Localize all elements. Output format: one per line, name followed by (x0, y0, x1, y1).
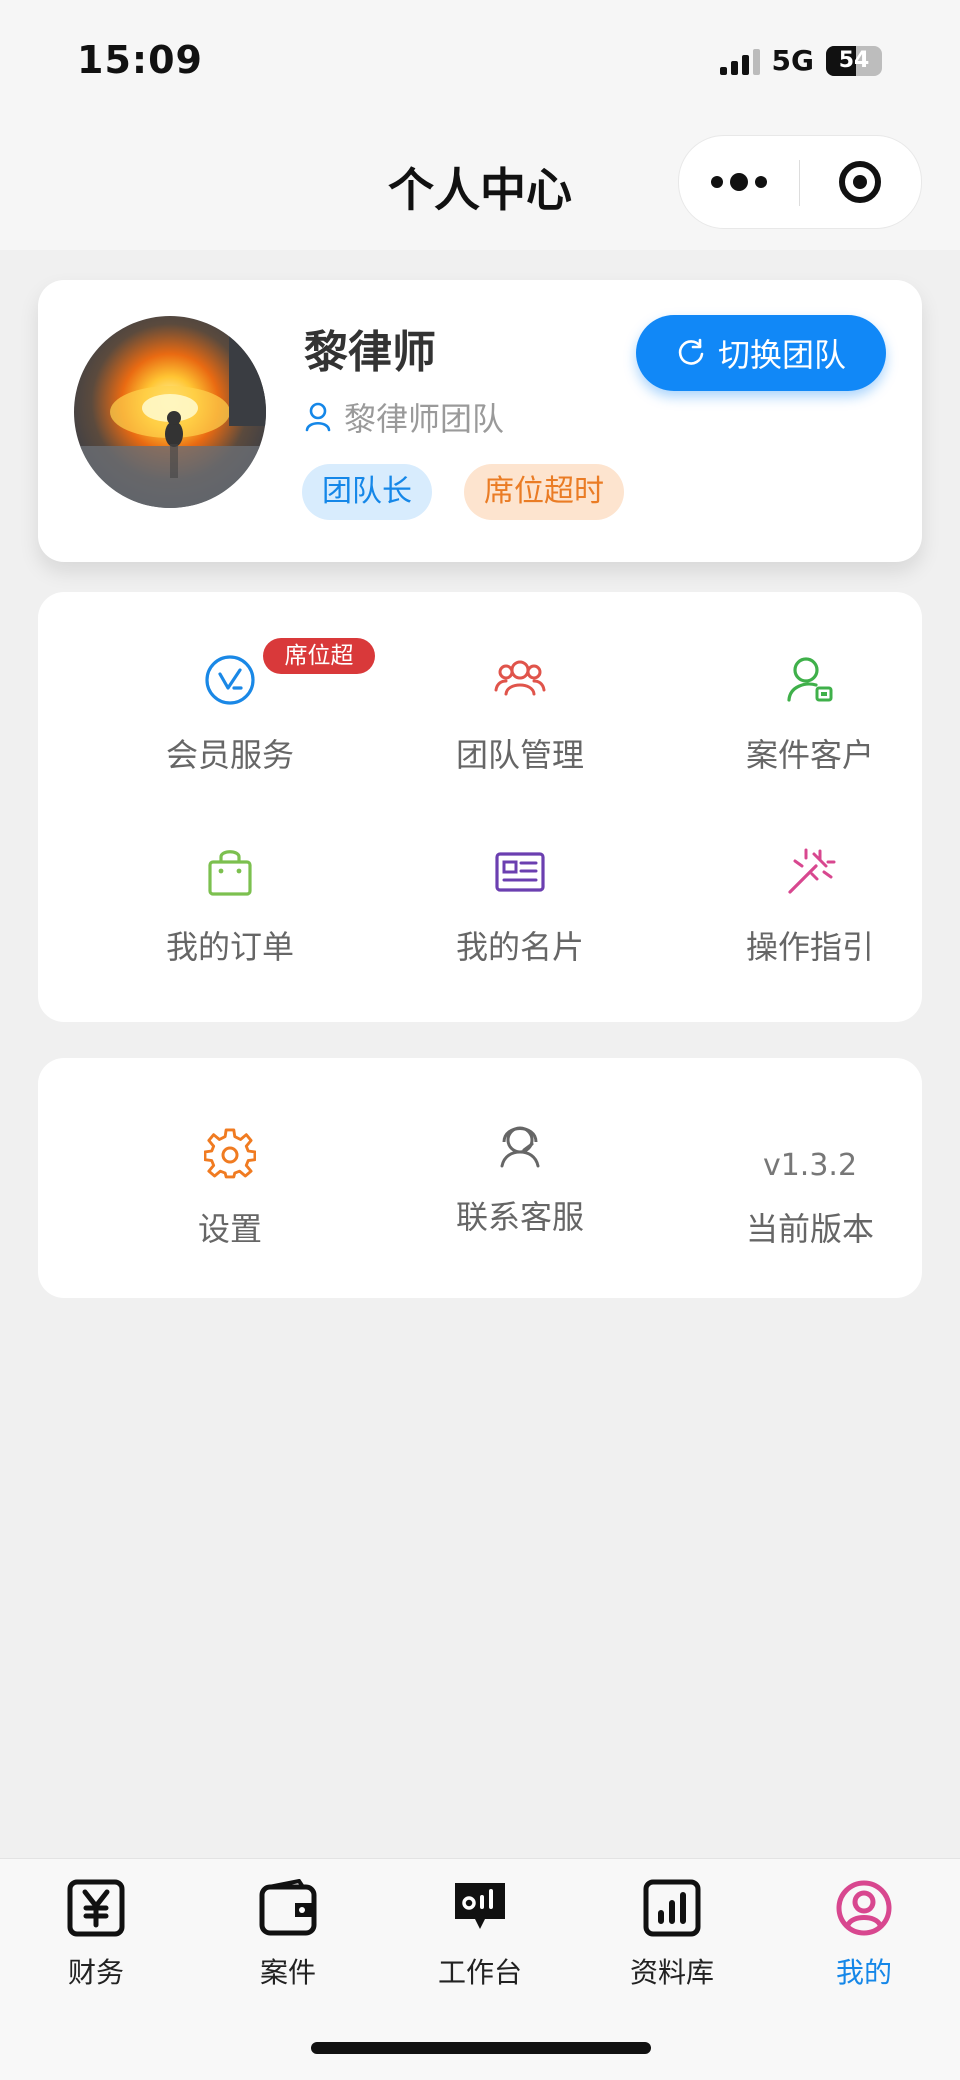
settings-menu: 设置 联系客服 v1.3.2 当前版本 (38, 1058, 922, 1298)
nav-bar: 个人中心 (0, 120, 960, 250)
settings-item[interactable]: 设置 (85, 1128, 375, 1288)
workbench-icon (455, 1883, 505, 1929)
contact-support-item[interactable]: 联系客服 (375, 1126, 665, 1288)
menu-item-label: 会员服务 (165, 736, 294, 774)
status-bar: 15:09 5G 54 (0, 0, 960, 120)
tab-label: 我的 (835, 1956, 892, 1989)
signal-icon (719, 47, 760, 75)
chart-icon (643, 1879, 701, 1937)
more-button[interactable] (679, 136, 799, 228)
menu-item-my-orders[interactable]: 我的订单 (85, 846, 375, 1006)
close-miniprogram-button[interactable] (800, 136, 920, 228)
profile-card: 黎律师 黎律师团队 团队长 席位超时 切换团队 (38, 280, 922, 562)
battery-level: 54 (838, 47, 870, 73)
tab-label: 案件 (259, 1956, 316, 1989)
wallet-icon (259, 1879, 317, 1936)
switch-team-button[interactable]: 切换团队 (636, 315, 886, 391)
tab-mine[interactable]: 我的 (768, 1879, 960, 1989)
team-name: 黎律师团队 (344, 400, 505, 438)
battery-icon: 54 (826, 45, 882, 76)
tab-label: 资料库 (629, 1956, 714, 1989)
profile-name: 黎律师 (304, 327, 436, 378)
client-icon (787, 657, 833, 702)
menu-item-case-clients[interactable]: 案件客户 (665, 654, 955, 814)
menu-item-label: 操作指引 (745, 928, 874, 966)
seat-overtime-badge: 席位超时 (263, 638, 375, 705)
target-icon (839, 161, 881, 203)
tab-finance[interactable]: 财务 (0, 1879, 192, 1989)
support-icon (500, 1126, 540, 1168)
team-row: 黎律师团队 (304, 394, 504, 440)
user-icon (305, 402, 331, 432)
status-indicators: 5G 54 (719, 44, 882, 77)
team-icon (494, 660, 546, 696)
menu-item-label: 团队管理 (455, 736, 584, 774)
wand-icon (788, 848, 836, 894)
tab-workbench[interactable]: 工作台 (384, 1879, 576, 1989)
version-label: 当前版本 (745, 1210, 874, 1248)
tab-library[interactable]: 资料库 (576, 1879, 768, 1989)
version-item: v1.3.2 当前版本 (665, 1148, 955, 1308)
menu-item-member-service[interactable]: 会员服务 席位超时 (85, 638, 375, 814)
miniprogram-capsule (678, 135, 922, 229)
settings-label: 设置 (197, 1210, 262, 1248)
card-icon (495, 852, 545, 892)
vip-icon (205, 655, 255, 705)
status-time: 15:09 (77, 38, 203, 82)
role-tag: 团队长 (302, 464, 432, 520)
avatar[interactable] (74, 316, 266, 508)
menu-item-team-management[interactable]: 团队管理 (375, 654, 665, 814)
menu-item-operation-guide[interactable]: 操作指引 (665, 846, 955, 1006)
tab-label: 工作台 (437, 1956, 522, 1989)
gear-icon (204, 1128, 256, 1179)
seat-status-tag: 席位超时 (464, 464, 624, 520)
bag-icon (208, 850, 252, 896)
switch-team-label: 切换团队 (717, 336, 846, 374)
menu-item-label: 我的名片 (455, 928, 584, 966)
menu-item-label: 案件客户 (745, 736, 874, 774)
home-indicator (311, 2042, 651, 2054)
network-label: 5G (771, 44, 814, 77)
menu-item-label: 我的订单 (165, 928, 294, 966)
menu-item-my-business-card[interactable]: 我的名片 (375, 846, 665, 1006)
tab-cases[interactable]: 案件 (192, 1879, 384, 1989)
refresh-icon (678, 338, 704, 365)
tab-label: 财务 (67, 1956, 124, 1989)
service-menu: 会员服务 席位超时 团队管理 案件客户 我的订单 我的名片 操作指引 (38, 592, 922, 1022)
contact-support-label: 联系客服 (455, 1198, 584, 1236)
more-icon (711, 176, 723, 188)
profile-icon (836, 1880, 892, 1936)
yen-icon (67, 1879, 125, 1937)
version-number: v1.3.2 (762, 1148, 858, 1183)
